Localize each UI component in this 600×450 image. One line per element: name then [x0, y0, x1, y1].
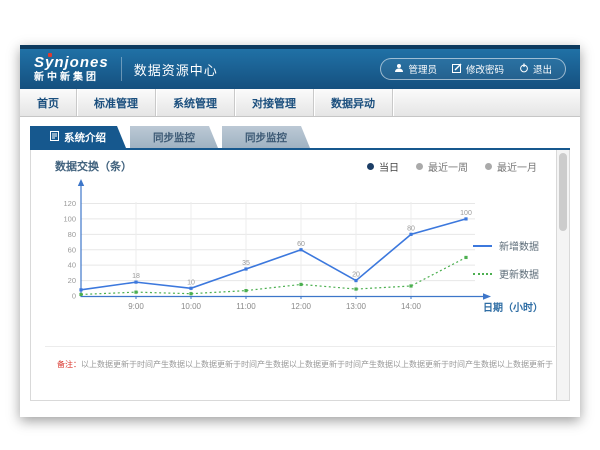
tab-label: 系统介绍 — [64, 130, 106, 145]
svg-text:60: 60 — [68, 245, 76, 254]
chart-legend: 新增数据 更新数据 — [473, 238, 539, 281]
svg-text:13:00: 13:00 — [346, 302, 367, 311]
user-menu[interactable]: 管理员 — [394, 62, 437, 76]
panel-scrollbar[interactable] — [556, 150, 569, 400]
scrollbar-thumb[interactable] — [559, 153, 567, 231]
radio-dot — [416, 163, 423, 170]
note-label: 备注： — [57, 360, 81, 369]
radio-last-week[interactable]: 最近一周 — [416, 159, 468, 174]
radio-last-month[interactable]: 最近一月 — [485, 159, 537, 174]
radio-dot — [367, 163, 374, 170]
chart-section: 数据交换（条） 当日 最近一周 最近一月 0 20 40 60 80 100 120 9:00… — [31, 150, 569, 346]
tab-sync-monitor-2[interactable]: 同步监控 — [222, 126, 310, 148]
logo-text-cn: 新中新集团 — [34, 73, 109, 83]
radio-label: 最近一月 — [497, 159, 537, 174]
svg-text:100: 100 — [63, 214, 76, 223]
logout-button[interactable]: 退出 — [519, 62, 552, 76]
svg-text:40: 40 — [68, 261, 76, 270]
radio-today[interactable]: 当日 — [367, 159, 399, 174]
header-divider — [121, 57, 122, 81]
tab-sync-monitor-1[interactable]: 同步监控 — [130, 126, 218, 148]
document-icon — [50, 131, 59, 144]
tab-label: 同步监控 — [245, 130, 287, 145]
svg-text:35: 35 — [242, 260, 250, 267]
solid-line-swatch — [473, 245, 492, 247]
nav-item-system-mgmt[interactable]: 系统管理 — [156, 89, 235, 116]
dotted-line-swatch — [473, 273, 492, 275]
svg-text:10:00: 10:00 — [181, 302, 202, 311]
edit-icon — [452, 63, 462, 76]
tab-label: 同步监控 — [153, 130, 195, 145]
user-label: 管理员 — [408, 62, 437, 76]
app-window: Synjones 新中新集团 数据资源中心 管理员 修改密码 — [20, 45, 580, 417]
tab-strip: 系统介绍 同步监控 同步监控 — [30, 126, 570, 150]
note-row: 备注：以上数据更新于时间产生数据以上数据更新于时间产生数据以上数据更新于时间产生… — [31, 347, 569, 370]
line-chart-svg: 0 20 40 60 80 100 120 9:00 10:00 11:00 12:00 13:00 1… — [47, 176, 507, 336]
radio-label: 最近一周 — [428, 159, 468, 174]
company-logo: Synjones 新中新集团 — [34, 55, 109, 83]
svg-text:12:00: 12:00 — [291, 302, 312, 311]
nav-item-home[interactable]: 首页 — [20, 89, 77, 116]
svg-text:60: 60 — [297, 241, 305, 248]
content-panel: 数据交换（条） 当日 最近一周 最近一月 0 20 40 60 80 100 120 9:00… — [30, 150, 570, 401]
svg-text:10: 10 — [187, 279, 195, 286]
user-icon — [394, 63, 404, 76]
change-password-button[interactable]: 修改密码 — [452, 62, 504, 76]
legend-item-new-data[interactable]: 新增数据 — [473, 238, 539, 253]
svg-text:14:00: 14:00 — [401, 302, 422, 311]
time-range-filter: 当日 最近一周 最近一月 — [367, 159, 537, 174]
radio-label: 当日 — [379, 159, 399, 174]
svg-text:18: 18 — [132, 273, 140, 280]
nav-item-standard-mgmt[interactable]: 标准管理 — [77, 89, 156, 116]
legend-label: 新增数据 — [499, 238, 539, 253]
nav-item-data-change[interactable]: 数据异动 — [314, 89, 393, 116]
svg-text:20: 20 — [68, 276, 76, 285]
power-icon — [519, 63, 529, 76]
svg-text:80: 80 — [68, 230, 76, 239]
page: { "header": { "logo_primary": "Synjones"… — [0, 0, 600, 450]
legend-item-updated-data[interactable]: 更新数据 — [473, 266, 539, 281]
svg-text:120: 120 — [63, 199, 76, 208]
svg-text:11:00: 11:00 — [236, 302, 256, 311]
header: Synjones 新中新集团 数据资源中心 管理员 修改密码 — [20, 49, 580, 89]
change-password-label: 修改密码 — [466, 62, 504, 76]
tab-system-intro[interactable]: 系统介绍 — [30, 126, 126, 148]
svg-text:20: 20 — [352, 272, 360, 279]
logout-label: 退出 — [533, 62, 552, 76]
nav-item-interface-mgmt[interactable]: 对接管理 — [235, 89, 314, 116]
x-axis-title: 日期（小时） — [483, 299, 543, 314]
user-toolbar: 管理员 修改密码 退出 — [380, 58, 566, 80]
legend-label: 更新数据 — [499, 266, 539, 281]
svg-text:0: 0 — [72, 292, 76, 301]
logo-red-accent — [48, 53, 52, 57]
svg-text:9:00: 9:00 — [128, 302, 144, 311]
app-title: 数据资源中心 — [134, 60, 218, 79]
logo-text-en: Synjones — [34, 55, 109, 70]
main-nav: 首页 标准管理 系统管理 对接管理 数据异动 — [20, 89, 580, 117]
y-axis-title: 数据交换（条） — [55, 158, 132, 174]
radio-dot — [485, 163, 492, 170]
svg-text:80: 80 — [407, 225, 415, 232]
svg-text:100: 100 — [460, 210, 472, 217]
note-text: 以上数据更新于时间产生数据以上数据更新于时间产生数据以上数据更新于时间产生数据以… — [81, 360, 553, 369]
